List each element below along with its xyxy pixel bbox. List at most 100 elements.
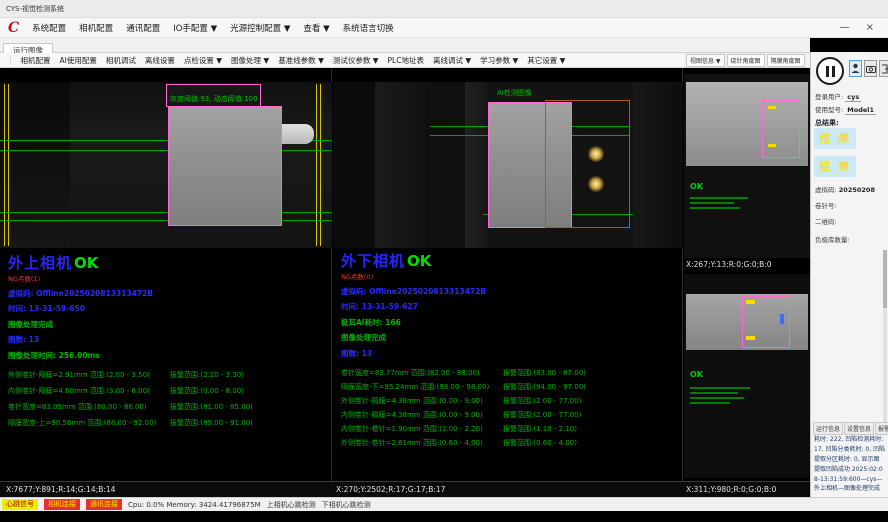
heartbeat-status-badge: 心跳信号 (2, 499, 38, 510)
view-tab-strip: 视图信息 ▼ 绕针角度图 隔膜角度图 (684, 53, 810, 68)
app-logo-icon: C (8, 21, 19, 35)
needle-number-label: 卷针号: (815, 200, 837, 210)
measurement-text: 隔膜宽度-上=90.56mm 范围:(88.00 - 92.00) (8, 418, 156, 428)
qr-code-label: 二维码: (815, 216, 837, 226)
toolbar-item-baseline-params[interactable]: 基准线参数 ▼ (278, 55, 324, 66)
user-icon (851, 63, 860, 74)
virtual-code-field: 虚拟码: 20250208 (815, 184, 875, 194)
tab-alarm-info[interactable]: 报警信息 (875, 422, 888, 435)
alarm-range-text: 报警范围:(81.00 - 85.00) (170, 402, 253, 412)
window-title: CYS-视觉检测系统 (6, 5, 64, 13)
control-sidebar: 登录用户: cys 使用型号: Model1 总结果: 结 果 结 果 虚拟码:… (810, 52, 888, 497)
close-button[interactable]: × (866, 22, 874, 33)
time-line: 时间: 13-31-59-650 (8, 303, 328, 314)
result-ok-label: OK (74, 254, 98, 272)
login-user-label: 登录用户: (815, 93, 843, 101)
frame-count: 图数: 13 (8, 334, 328, 345)
run-log-text: 耗时: 222, 凹陷检测耗时: 17, 凹陷分类耗时: 0, 凹陷提取分区耗时… (814, 435, 885, 494)
frame-count: 图数: 13 (341, 348, 681, 359)
pixel-coordinates-thumb: X:311;Y:980;R:0;G:0;B:0 (686, 485, 776, 494)
tab-setting-info[interactable]: 设置信息 (844, 422, 874, 435)
time-line: 时间: 13-31-59-627 (341, 301, 681, 312)
view-tab-info[interactable]: 视图信息 ▼ (686, 54, 725, 67)
ai-detect-box (545, 100, 630, 228)
alarm-range-text: 报警范围:(89.00 - 91.00) (170, 418, 253, 428)
pixel-coordinates-left: X:7677;Y:891;R:14;G:14;B:14 (6, 485, 115, 494)
menu-item-io-config[interactable]: IO手配置 ▼ (173, 22, 217, 34)
menu-item-light-config[interactable]: 光源控制配置 ▼ (230, 22, 290, 34)
window-controls: — × (840, 22, 880, 33)
measurement-row: 外侧卷针-隔膜=4.38mm 范围:(0.00 - 9.00) 报警范围:(2.… (341, 396, 681, 410)
measurement-row: 内侧卷针-隔膜=4.60mm 范围:(3.00 - 6.00) 报警范围:(0.… (8, 386, 328, 402)
toolbar-item-ai-config[interactable]: AI使用配置 (60, 55, 97, 66)
ng-count-note: NG点数(0) (341, 271, 681, 281)
alarm-range-text: 报警范围:(2.20 - 3.30) (170, 370, 244, 380)
toolbar-item-offline-setting[interactable]: 离线设置 (145, 55, 175, 66)
camera-result-title: 外上相机OK (8, 252, 328, 273)
measurement-text: 内侧卷针-隔膜=4.38mm 范围:(0.00 - 9.00) (341, 410, 483, 420)
camera-result-title: 外下相机OK (341, 250, 681, 271)
login-user-button[interactable] (849, 60, 862, 77)
toolbar-item-camera-debug[interactable]: 相机调试 (106, 55, 136, 66)
measurement-text: 隔膜宽度-下=95.24mm 范围:(93.00 - 98.00) (341, 382, 489, 392)
measurement-text: 外侧卷针-隔膜=4.38mm 范围:(0.00 - 9.00) (341, 396, 483, 406)
comm-link-badge: 通讯连接 (86, 499, 122, 510)
view-tab-angle-2[interactable]: 隔膜角度图 (767, 54, 805, 67)
model-value[interactable]: Model1 (845, 106, 876, 115)
camera-panel-upper-outer[interactable]: 灰度阈值:93, 动态阈值:100 外上相机OK NG点数(1) 虚拟码: Of… (0, 68, 332, 481)
marker-yellow-2 (768, 144, 776, 147)
thumbnail-view-bottom[interactable]: OK (684, 274, 810, 478)
measure-line-h2 (0, 150, 332, 151)
logout-button[interactable] (879, 60, 888, 77)
result-ok-label: OK (690, 370, 703, 379)
measurement-list: 卷针宽度=83.77mm 范围:(82.00 - 88.00) 报警范围:(83… (341, 368, 681, 452)
micro-text-lines (690, 194, 760, 209)
toolbar-item-test-params[interactable]: 测试仪参数 ▼ (333, 55, 379, 66)
marker-blue (780, 314, 784, 324)
measurement-text: 内侧卷针-卷针=1.90mm 范围:(1.00 - 2.20) (341, 424, 483, 434)
toolbar-item-camera-config[interactable]: 相机配置 (21, 55, 51, 66)
toolbar-item-learn-params[interactable]: 学习参数 ▼ (480, 55, 518, 66)
virtual-code-line: 虚拟码: Offline2025020813313472B (8, 288, 328, 299)
camera-image: AI检测图像 (333, 82, 683, 248)
alarm-range-text: 报警范围:(83.00 - 87.00) (503, 368, 586, 378)
application-window: CYS-视觉检测系统 C 系统配置 相机配置 通讯配置 IO手配置 ▼ 光源控制… (0, 0, 888, 522)
camera-snapshot-button[interactable] (864, 60, 877, 77)
ai-time-line: 极耳AI耗时: 166 (341, 317, 681, 328)
measurement-row: 外侧卷针-隔膜=2.91mm 范围:(2.00 - 3.50) 报警范围:(2.… (8, 370, 328, 386)
toolbar-item-offline-debug[interactable]: 离线调试 ▼ (433, 55, 471, 66)
measurement-row: 内侧卷针-卷针=1.90mm 范围:(1.00 - 2.20) 报警范围:(1.… (341, 424, 681, 438)
pause-button[interactable] (816, 57, 844, 85)
result-block: 外下相机OK NG点数(0) 虚拟码: Offline2025020813313… (341, 250, 681, 452)
menu-item-camera-config[interactable]: 相机配置 (79, 22, 113, 34)
menu-item-comm-config[interactable]: 通讯配置 (126, 22, 160, 34)
marker-yellow-1 (768, 106, 776, 109)
measurement-row: 卷针宽度=83.77mm 范围:(82.00 - 88.00) 报警范围:(83… (341, 368, 681, 382)
view-tab-angle-1[interactable]: 绕针角度图 (727, 54, 765, 67)
menu-item-system-config[interactable]: 系统配置 (32, 22, 66, 34)
minimize-button[interactable]: — (840, 22, 850, 33)
thumbnail-view-top[interactable]: OK (684, 74, 810, 258)
pixel-coordinates-middle: X:270;Y:2502;R:17;G:17;B:17 (336, 485, 445, 494)
toolbar-item-image-process[interactable]: 图像处理 ▼ (231, 55, 269, 66)
machinery-shadow (0, 82, 70, 248)
menu-item-view[interactable]: 查看 ▼ (303, 22, 329, 34)
threshold-text: 灰度阈值:93, 动态阈值:100 (170, 95, 257, 103)
process-status: 图像处理完成 (8, 319, 328, 330)
tab-run-info[interactable]: 运行信息 (813, 422, 843, 435)
sidebar-scrollbar[interactable] (883, 250, 887, 422)
alarm-range-text: 报警范围:(0.60 - 4.00) (503, 438, 577, 448)
process-status: 图像处理完成 (341, 332, 681, 343)
menu-item-language-switch[interactable]: 系统语言切换 (343, 22, 394, 34)
measurement-row: 隔膜宽度-上=90.56mm 范围:(88.00 - 92.00) 报警范围:(… (8, 418, 328, 434)
login-user-value[interactable]: cys (845, 93, 861, 102)
alarm-range-text: 报警范围:(2.00 - 77.00) (503, 396, 581, 406)
toolbar-item-other-settings[interactable]: 其它设置 ▼ (527, 55, 565, 66)
pixel-coordinates: X:267;Y:13;R:0;G:0;B:0 (686, 260, 772, 269)
process-time: 图像处理时间: 256.00ms (8, 350, 328, 361)
toolbar-item-spotcheck[interactable]: 点检设置 ▼ (184, 55, 222, 66)
alarm-range-text: 报警范围:(94.00 - 97.00) (503, 382, 586, 392)
camera-panel-lower-outer[interactable]: AI检测图像 外下相机OK NG点数(0) 虚拟码: Offline202502… (333, 68, 683, 481)
measurement-row: 内侧卷针-隔膜=4.38mm 范围:(0.00 - 9.00) 报警范围:(2.… (341, 410, 681, 424)
toolbar-item-plc-table[interactable]: PLC地址表 (388, 55, 424, 66)
